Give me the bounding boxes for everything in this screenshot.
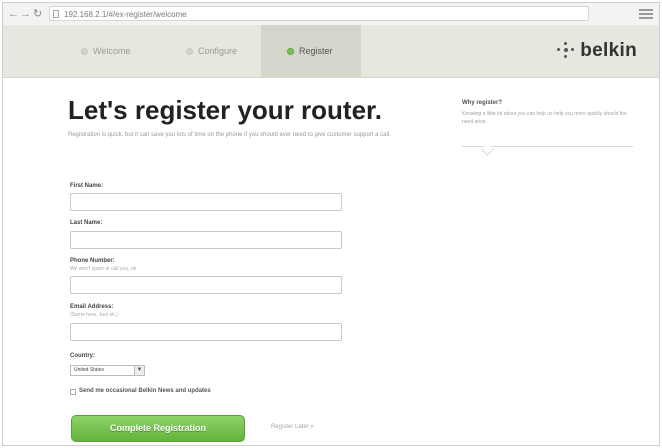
newsletter-checkbox[interactable] (70, 389, 76, 395)
step-welcome[interactable]: Welcome (63, 25, 153, 77)
back-icon[interactable]: ← (8, 7, 19, 21)
country-label: Country: (70, 353, 95, 359)
belkin-logo: belkin (557, 33, 637, 69)
wrench-icon[interactable] (639, 7, 653, 19)
email-field[interactable] (70, 323, 342, 341)
step-welcome-label: Welcome (93, 46, 131, 56)
step-register-label: Register (299, 46, 333, 56)
phone-hint: We won't spam or call you, ok. (70, 266, 138, 272)
email-hint: (Same here. Just ok.) (70, 312, 118, 318)
first-name-field[interactable] (70, 193, 342, 211)
email-label: Email Address: (70, 304, 114, 310)
page-title: Let's register your router. (68, 95, 382, 125)
register-later-link[interactable]: Register Later » (271, 424, 314, 430)
forward-icon[interactable]: → (20, 7, 31, 21)
browser-toolbar: ← → ↻ 192.168.2.1/#/ex-register/welcome (3, 3, 659, 26)
phone-label: Phone Number: (70, 258, 115, 264)
step-configure[interactable]: Configure (168, 25, 258, 77)
step-status-icon (186, 48, 193, 56)
sidebar-title: Why register? (462, 100, 503, 106)
brand-name: belkin (580, 40, 637, 61)
page-icon (53, 10, 59, 18)
country-selected-value: United States (74, 367, 105, 373)
step-register[interactable]: Register (261, 25, 361, 77)
address-bar[interactable]: 192.168.2.1/#/ex-register/welcome (49, 6, 589, 21)
country-select[interactable]: United States ▼ (70, 365, 145, 376)
reload-icon[interactable]: ↻ (33, 7, 42, 21)
last-name-label: Last Name: (70, 220, 103, 226)
sidebar-text: Knowing a little bit about you can help … (462, 111, 627, 125)
step-status-icon (81, 48, 88, 56)
step-status-icon (287, 48, 294, 56)
phone-field[interactable] (70, 276, 342, 294)
complete-registration-button[interactable]: Complete Registration (71, 415, 245, 442)
newsletter-label: Send me occasional Belkin News and updat… (79, 388, 211, 394)
last-name-field[interactable] (70, 231, 342, 249)
first-name-label: First Name: (70, 183, 104, 189)
intro-text: Registration is quick, but it can save y… (68, 132, 391, 138)
browser-window: ← → ↻ 192.168.2.1/#/ex-register/welcome … (2, 2, 660, 446)
chevron-down-icon[interactable]: ▼ (134, 366, 144, 375)
address-bar-text: 192.168.2.1/#/ex-register/welcome (64, 10, 187, 19)
belkin-logo-icon (557, 42, 575, 60)
step-configure-label: Configure (198, 46, 238, 56)
wizard-steps-bar: Welcome Configure Register belkin (3, 25, 659, 78)
